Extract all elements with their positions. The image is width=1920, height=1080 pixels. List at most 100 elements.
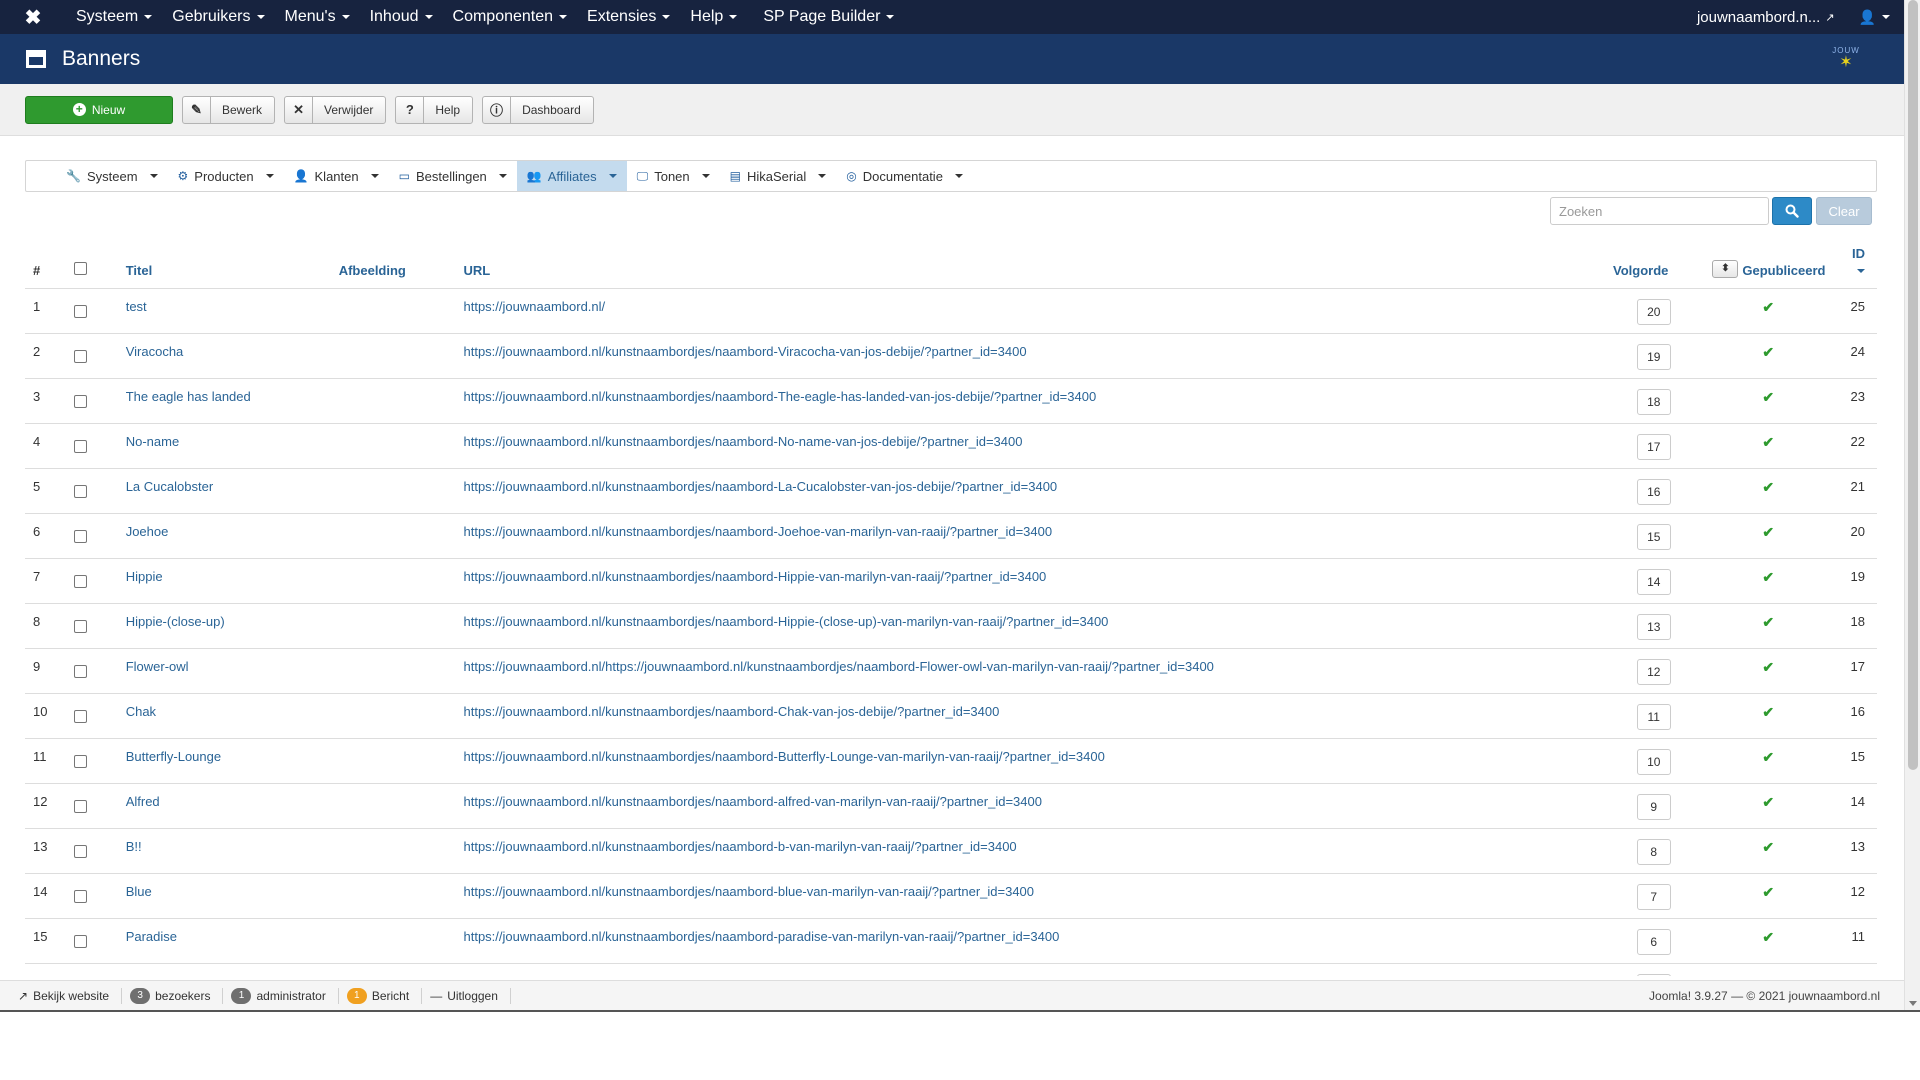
order-input[interactable]: 8 [1636, 838, 1671, 865]
published-check-icon[interactable]: ✔ [1762, 974, 1774, 977]
menu-componenten[interactable]: Componenten [443, 0, 578, 34]
row-url-link[interactable]: https://jouwnaambord.nl/kunstnaambordjes… [464, 614, 1109, 629]
user-menu[interactable]: 👤 [1849, 9, 1904, 26]
menu-menus[interactable]: Menu's [275, 0, 360, 34]
order-input[interactable]: 16 [1636, 478, 1671, 505]
submenu-hikaserial[interactable]: ▤ HikaSerial [720, 161, 837, 191]
header-id[interactable]: ID [1825, 244, 1877, 289]
row-title-link[interactable]: Flower-owl [126, 659, 189, 674]
submenu-bestellingen[interactable]: ▭ Bestellingen [389, 161, 517, 191]
sort-order-icon[interactable]: ⬍ [1712, 259, 1739, 278]
published-check-icon[interactable]: ✔ [1762, 929, 1774, 945]
published-check-icon[interactable]: ✔ [1762, 479, 1774, 495]
row-checkbox[interactable] [73, 934, 87, 948]
row-checkbox[interactable] [73, 574, 87, 588]
help-button[interactable]: ? Help [395, 95, 474, 124]
row-title-link[interactable]: Joehoe [126, 524, 169, 539]
published-check-icon[interactable]: ✔ [1762, 794, 1774, 810]
row-checkbox[interactable] [73, 754, 87, 768]
scrollbar-thumb[interactable] [1908, 0, 1918, 770]
row-checkbox[interactable] [73, 349, 87, 363]
published-check-icon[interactable]: ✔ [1762, 884, 1774, 900]
row-checkbox[interactable] [73, 844, 87, 858]
select-all-checkbox[interactable] [73, 261, 87, 275]
vertical-scrollbar[interactable] [1904, 0, 1920, 1010]
messages-indicator[interactable]: 1 Bericht [339, 987, 423, 1004]
submenu-documentatie[interactable]: ◎ Documentatie [836, 161, 973, 191]
row-url-link[interactable]: https://jouwnaambord.nl/kunstnaambordjes… [464, 344, 1027, 359]
published-check-icon[interactable]: ✔ [1762, 524, 1774, 540]
row-title-link[interactable]: The eagle has landed [126, 389, 251, 404]
header-title[interactable]: Titel [125, 244, 339, 289]
header-url[interactable]: URL [463, 244, 1614, 289]
row-title-link[interactable]: Blue [126, 884, 152, 899]
published-check-icon[interactable]: ✔ [1762, 614, 1774, 630]
submenu-producten[interactable]: ⚙ Producten [168, 161, 284, 191]
row-title-link[interactable]: Hippie [126, 569, 163, 584]
dashboard-button[interactable]: ⓘ Dashboard [482, 95, 594, 124]
row-url-link[interactable]: https://jouwnaambord.nl/kunstnaambordjes… [464, 434, 1023, 449]
row-url-link[interactable]: https://jouwnaambord.nl/kunstnaambordjes… [464, 524, 1053, 539]
row-checkbox[interactable] [73, 529, 87, 543]
order-input[interactable]: 18 [1636, 388, 1671, 415]
visitors-indicator[interactable]: 3 bezoekers [122, 987, 224, 1004]
row-url-link[interactable]: https://jouwnaambord.nl/kunstnaambordjes… [464, 974, 1076, 977]
published-check-icon[interactable]: ✔ [1762, 839, 1774, 855]
row-title-link[interactable]: Brazil [126, 974, 159, 977]
edit-button[interactable]: ✎ Bewerk [182, 95, 276, 124]
clear-button[interactable]: Clear [1816, 197, 1872, 225]
order-input[interactable]: 11 [1636, 703, 1671, 730]
row-url-link[interactable]: https://jouwnaambord.nl/kunstnaambordjes… [464, 929, 1060, 944]
row-checkbox[interactable] [73, 799, 87, 813]
published-check-icon[interactable]: ✔ [1762, 569, 1774, 585]
row-checkbox[interactable] [73, 709, 87, 723]
published-check-icon[interactable]: ✔ [1762, 704, 1774, 720]
submenu-systeem[interactable]: 🔧 Systeem [56, 161, 168, 191]
order-input[interactable]: 15 [1636, 523, 1671, 550]
menu-extensies[interactable]: Extensies [577, 0, 680, 34]
order-input[interactable]: 14 [1636, 568, 1671, 595]
row-title-link[interactable]: Viracocha [126, 344, 184, 359]
row-title-link[interactable]: Chak [126, 704, 156, 719]
row-title-link[interactable]: No-name [126, 434, 179, 449]
row-url-link[interactable]: https://jouwnaambord.nl/https://jouwnaam… [464, 659, 1214, 674]
header-order-label[interactable]: Volgorde [1613, 263, 1668, 278]
published-check-icon[interactable]: ✔ [1762, 299, 1774, 315]
row-title-link[interactable]: Paradise [126, 929, 177, 944]
order-input[interactable]: 19 [1636, 343, 1671, 370]
order-input[interactable]: 13 [1636, 613, 1671, 640]
submenu-tonen[interactable]: 🖵 Tonen [627, 161, 720, 191]
row-url-link[interactable]: https://jouwnaambord.nl/kunstnaambordjes… [464, 749, 1105, 764]
row-checkbox[interactable] [73, 619, 87, 633]
order-input[interactable]: 6 [1636, 928, 1671, 955]
search-button[interactable] [1772, 197, 1812, 225]
row-checkbox[interactable] [73, 304, 87, 318]
scroll-down-arrow-icon[interactable] [1909, 1001, 1917, 1006]
menu-sp-page-builder[interactable]: SP Page Builder [753, 0, 904, 34]
row-checkbox[interactable] [73, 664, 87, 678]
site-link[interactable]: jouwnaambord.n... ↗ [1683, 9, 1849, 26]
joomla-icon[interactable]: ✖ [0, 0, 66, 34]
row-url-link[interactable]: https://jouwnaambord.nl/kunstnaambordjes… [464, 704, 1000, 719]
row-checkbox[interactable] [73, 439, 87, 453]
row-url-link[interactable]: https://jouwnaambord.nl/kunstnaambordjes… [464, 569, 1047, 584]
row-url-link[interactable]: https://jouwnaambord.nl/kunstnaambordjes… [464, 479, 1058, 494]
order-input[interactable]: 9 [1636, 793, 1671, 820]
row-title-link[interactable]: Butterfly-Lounge [126, 749, 221, 764]
row-url-link[interactable]: https://jouwnaambord.nl/kunstnaambordjes… [464, 389, 1097, 404]
row-title-link[interactable]: Hippie-(close-up) [126, 614, 225, 629]
row-checkbox[interactable] [73, 484, 87, 498]
order-input[interactable]: 12 [1636, 658, 1671, 685]
published-check-icon[interactable]: ✔ [1762, 344, 1774, 360]
order-input[interactable]: 7 [1636, 883, 1671, 910]
menu-help[interactable]: Help [680, 0, 747, 34]
submenu-affiliates[interactable]: 👥 Affiliates [516, 161, 627, 191]
row-checkbox[interactable] [73, 394, 87, 408]
row-title-link[interactable]: La Cucalobster [126, 479, 213, 494]
row-title-link[interactable]: Alfred [126, 794, 160, 809]
order-input[interactable]: 10 [1636, 748, 1671, 775]
view-site-link[interactable]: ↗ Bekijk website [10, 987, 123, 1004]
row-url-link[interactable]: https://jouwnaambord.nl/kunstnaambordjes… [464, 794, 1042, 809]
row-url-link[interactable]: https://jouwnaambord.nl/kunstnaambordjes… [464, 884, 1035, 899]
published-check-icon[interactable]: ✔ [1762, 659, 1774, 675]
